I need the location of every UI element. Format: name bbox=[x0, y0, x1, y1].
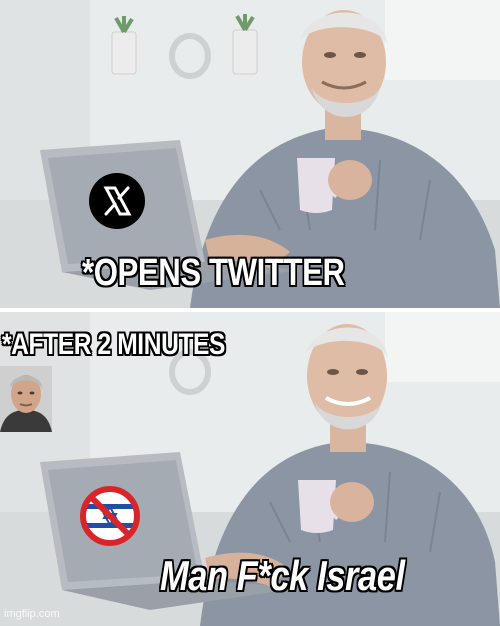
bottom-panel: *AFTER 2 MINUTES Man F*ck Israel imgflip… bbox=[0, 312, 500, 626]
no-israel-flag-icon bbox=[80, 486, 140, 546]
bottom-caption: Man F*ck Israel bbox=[160, 552, 405, 599]
middle-caption: *AFTER 2 MINUTES bbox=[2, 328, 226, 361]
meme-image: *OPENS TWITTER *AFTER 2 MINUTES Man F*ck… bbox=[0, 0, 500, 626]
top-caption: *OPENS TWITTER bbox=[82, 252, 345, 294]
man-portrait-photo bbox=[0, 366, 52, 432]
watermark: imgflip.com bbox=[4, 608, 60, 620]
x-logo-icon bbox=[89, 173, 145, 229]
top-panel: *OPENS TWITTER bbox=[0, 0, 500, 308]
